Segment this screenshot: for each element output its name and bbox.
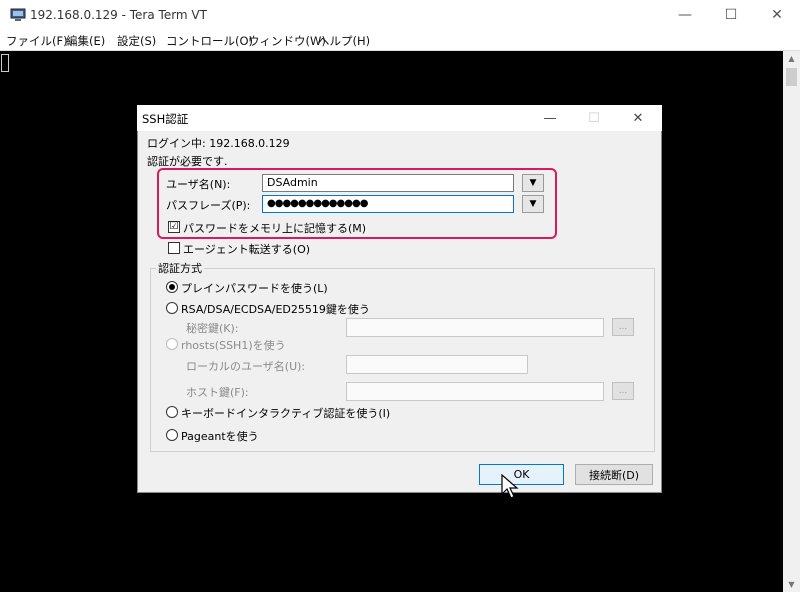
dialog-title: SSH認証	[142, 112, 189, 126]
mouse-pointer-icon	[501, 474, 519, 499]
rsa-key-radio[interactable]	[166, 302, 178, 314]
passphrase-dropdown-icon[interactable]: ▼	[522, 195, 544, 213]
menu-file[interactable]: ファイル(F)	[6, 33, 68, 49]
auth-method-group-label: 認証方式	[156, 260, 204, 276]
username-input[interactable]: DSAdmin	[262, 174, 514, 192]
menu-window[interactable]: ウィンドウ(W)	[248, 33, 326, 49]
private-key-label: 秘密鍵(K):	[186, 322, 239, 335]
menu-control[interactable]: コントロール(O)	[166, 33, 253, 49]
menu-help[interactable]: ヘルプ(H)	[318, 33, 370, 49]
disconnect-button[interactable]: 接続断(D)	[575, 464, 653, 485]
menu-settings[interactable]: 設定(S)	[117, 33, 156, 49]
plain-password-radio[interactable]	[166, 281, 178, 293]
window-title: 192.168.0.129 - Tera Term VT	[30, 8, 207, 22]
minimize-button[interactable]: —	[662, 0, 708, 30]
menu-edit[interactable]: 編集(E)	[66, 33, 105, 49]
dialog-close-button[interactable]: ✕	[616, 105, 660, 131]
agent-forward-checkbox[interactable]	[168, 242, 180, 254]
terminal-cursor	[1, 54, 9, 72]
username-dropdown-icon[interactable]: ▼	[522, 174, 544, 192]
private-key-browse-button: ...	[612, 318, 634, 336]
agent-forward-label: エージェント転送する(O)	[183, 243, 311, 256]
remember-password-checkbox[interactable]: ☑	[168, 221, 180, 233]
maximize-button[interactable]: ☐	[708, 0, 754, 30]
local-user-input	[346, 355, 528, 374]
private-key-input	[346, 318, 604, 337]
plain-password-label: プレインパスワードを使う(L)	[181, 282, 328, 295]
vertical-scrollbar[interactable]	[783, 51, 800, 592]
host-key-input	[346, 382, 604, 401]
host-key-browse-button: ...	[612, 382, 634, 400]
keyboard-interactive-label: キーボードインタラクティブ認証を使う(I)	[181, 407, 391, 420]
host-key-label: ホスト鍵(F):	[186, 386, 249, 399]
scroll-thumb[interactable]	[786, 68, 797, 86]
scroll-down-arrow-icon[interactable]: ▼	[783, 577, 800, 592]
passphrase-label: パスフレーズ(P):	[166, 199, 251, 212]
teraterm-app-icon	[10, 8, 26, 21]
ok-button[interactable]: OK	[479, 464, 564, 485]
dialog-maximize-button: ☐	[588, 110, 600, 126]
remember-password-label: パスワードをメモリ上に記憶する(M)	[183, 222, 367, 235]
pageant-radio[interactable]	[166, 429, 178, 441]
keyboard-interactive-radio[interactable]	[166, 406, 178, 418]
passphrase-input[interactable]: ●●●●●●●●●●●●●	[262, 195, 514, 213]
auth-required-text: 認証が必要です.	[147, 155, 228, 168]
rsa-key-label: RSA/DSA/ECDSA/ED25519鍵を使う	[181, 303, 370, 316]
local-user-label: ローカルのユーザ名(U):	[186, 360, 306, 373]
rhosts-radio	[166, 338, 178, 350]
username-label: ユーザ名(N):	[166, 178, 231, 191]
dialog-minimize-button[interactable]: —	[528, 105, 572, 131]
scroll-up-arrow-icon[interactable]: ▲	[783, 51, 800, 66]
login-status: ログイン中: 192.168.0.129	[147, 137, 290, 150]
close-button[interactable]: ✕	[754, 0, 800, 30]
rhosts-label: rhosts(SSH1)を使う	[181, 339, 286, 352]
pageant-label: Pageantを使う	[181, 430, 259, 443]
